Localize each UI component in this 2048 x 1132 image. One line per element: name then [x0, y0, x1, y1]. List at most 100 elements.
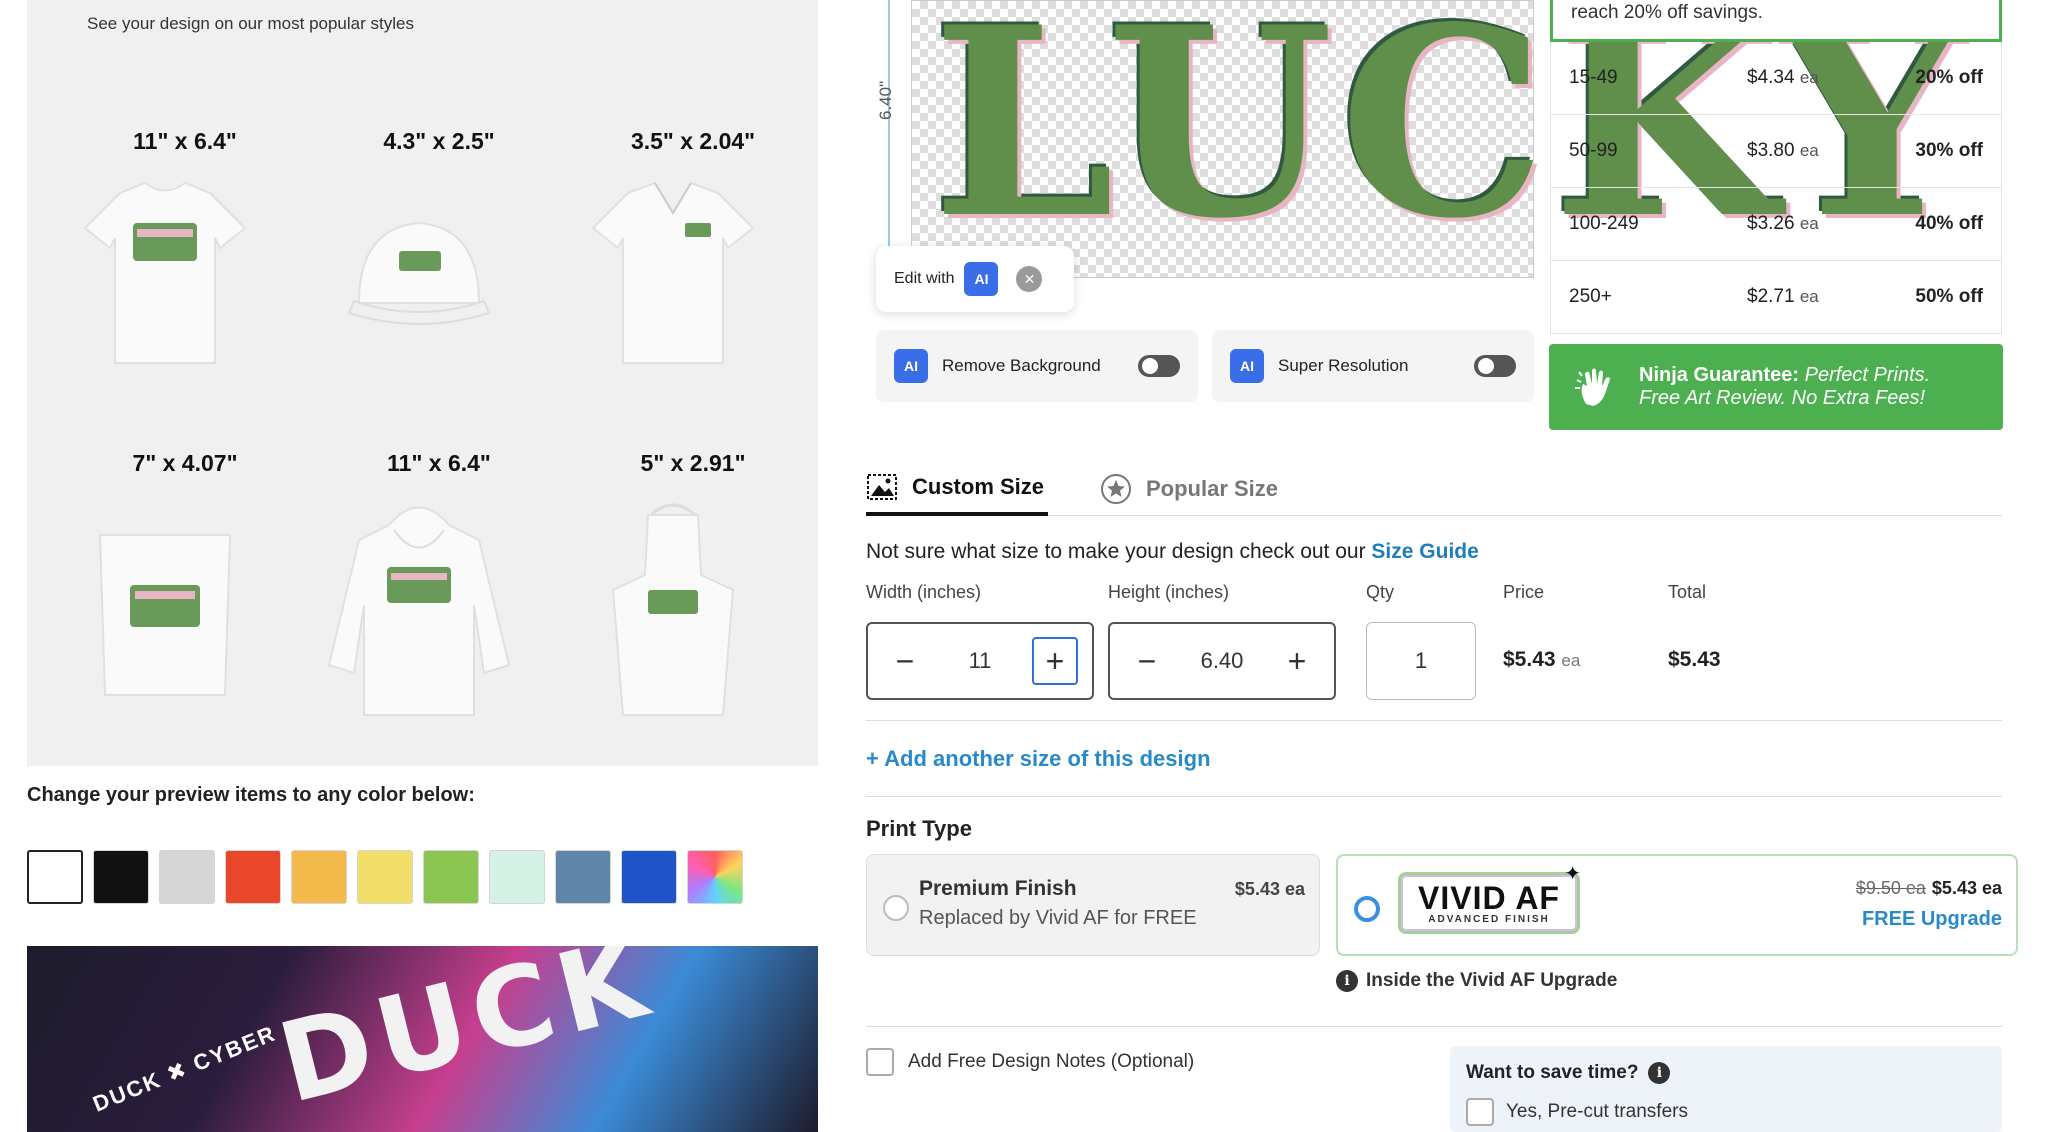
hoodie-image — [319, 495, 559, 730]
promo-image: DUCK ✖ CYBER DUCK — [27, 946, 818, 1132]
close-icon[interactable]: ✕ — [1016, 266, 1043, 292]
total-price: $5.43 — [1668, 648, 1721, 671]
ninja-line1: Perfect Prints. — [1804, 364, 1931, 386]
divider — [866, 796, 2002, 797]
premium-finish-price: $5.43 ea — [1234, 879, 1305, 899]
info-icon[interactable]: i — [1648, 1062, 1671, 1084]
preview-size-label: 4.3" x 2.5" — [383, 128, 495, 154]
width-increment-button[interactable]: + — [1032, 637, 1078, 685]
tab-custom-size[interactable]: Custom Size — [866, 462, 1048, 516]
swatch-white[interactable] — [27, 850, 83, 904]
preview-item-cap[interactable]: 4.3" x 2.5" — [319, 128, 559, 378]
vivid-af-old-price: $9.50 ea — [1855, 878, 1926, 898]
super-resolution-toggle[interactable] — [1474, 355, 1516, 377]
info-icon: i — [1336, 970, 1358, 992]
width-decrement-button[interactable]: − — [882, 637, 928, 685]
tier-price-value: $2.71 — [1747, 286, 1795, 307]
height-label: Height (inches) — [1108, 582, 1230, 602]
inside-vivid-af-label: Inside the Vivid AF Upgrade — [1366, 970, 1618, 991]
remove-background-toggle[interactable] — [1138, 355, 1180, 377]
height-ruler-label: 6.40" — [876, 80, 895, 120]
preview-item-tshirt[interactable]: 11" x 6.4" — [65, 128, 305, 378]
edit-with-label: Edit with — [894, 270, 955, 287]
remove-background-card: AI Remove Background — [876, 330, 1198, 402]
design-notes-label: Add Free Design Notes (Optional) — [908, 1051, 1195, 1072]
swatch-steel-blue[interactable] — [555, 850, 611, 904]
ninja-guarantee-banner: Ninja Guarantee: Perfect Prints. Free Ar… — [1549, 344, 2003, 430]
preview-size-label: 11" x 6.4" — [133, 128, 237, 154]
tier-price-unit: ea — [1799, 141, 1819, 160]
swatch-red[interactable] — [225, 850, 281, 904]
swatch-rainbow[interactable] — [687, 850, 743, 904]
tote-image — [65, 495, 305, 720]
unit-price-ea: ea — [1561, 651, 1581, 670]
tab-custom-size-label: Custom Size — [912, 474, 1045, 499]
design-canvas[interactable]: LUCKY — [911, 0, 1963, 278]
remove-background-label: Remove Background — [942, 356, 1101, 375]
super-resolution-label: Super Resolution — [1278, 356, 1409, 375]
qty-input[interactable]: 1 — [1366, 622, 1476, 700]
tier-range: 100-249 — [1569, 213, 1639, 234]
premium-finish-option[interactable]: Premium Finish Replaced by Vivid AF for … — [866, 854, 1320, 956]
preview-item-tote[interactable]: 7" x 4.07" — [65, 450, 305, 720]
height-ruler — [888, 0, 890, 278]
add-another-size-link[interactable]: + Add another size of this design — [866, 746, 1211, 772]
preview-size-label: 3.5" x 2.04" — [630, 128, 756, 154]
color-picker-label: Change your preview items to any color b… — [27, 784, 475, 806]
savings-banner: reach 20% off savings. — [1550, 0, 2002, 42]
premium-finish-radio[interactable] — [883, 895, 909, 921]
vivid-af-new-price: $5.43 ea — [1931, 878, 2002, 898]
sparkle-icon: ✦ — [1564, 863, 1581, 885]
premium-finish-subtitle: Replaced by Vivid AF for FREE — [919, 907, 1197, 929]
swatch-orange[interactable] — [291, 850, 347, 904]
height-increment-button[interactable]: + — [1274, 637, 1320, 685]
tab-popular-size-label: Popular Size — [1146, 476, 1279, 501]
swatch-light-gray[interactable] — [159, 850, 215, 904]
tier-range: 250+ — [1569, 286, 1612, 307]
save-time-title-row: Want to save time? i — [1466, 1062, 1986, 1084]
tier-discount: 20% off — [1915, 67, 1983, 88]
preview-item-polo[interactable]: 3.5" x 2.04" — [573, 128, 813, 378]
tier-discount: 40% off — [1915, 213, 1983, 234]
size-guide-link[interactable]: Size Guide — [1371, 540, 1478, 563]
save-time-panel: Want to save time? i Yes, Pre-cut transf… — [1450, 1046, 2002, 1132]
design-notes-option[interactable]: Add Free Design Notes (Optional) — [866, 1048, 1194, 1076]
swatch-blue[interactable] — [621, 850, 677, 904]
design-notes-checkbox[interactable] — [866, 1048, 894, 1076]
size-guide-text: Not sure what size to make your design c… — [866, 540, 1479, 564]
ai-icon[interactable]: AI — [964, 262, 999, 296]
precut-option[interactable]: Yes, Pre-cut transfers — [1466, 1098, 1986, 1126]
unit-price-value: $5.43 — [1503, 648, 1556, 671]
vivid-af-upgrade-label: FREE Upgrade — [1861, 908, 2002, 930]
height-decrement-button[interactable]: − — [1124, 637, 1170, 685]
tier-pricing-table: 15-49 $4.34 ea 20% off 50-99 $3.80 ea 30… — [1550, 42, 2002, 334]
tier-price-unit: ea — [1799, 68, 1819, 87]
tier-price-unit: ea — [1799, 214, 1819, 233]
width-input[interactable]: 11 — [969, 648, 992, 674]
ninja-title: Ninja Guarantee: — [1639, 364, 1800, 386]
inside-vivid-af-link[interactable]: i Inside the Vivid AF Upgrade — [1336, 970, 1617, 992]
qty-label: Qty — [1366, 582, 1395, 602]
tier-range: 50-99 — [1569, 140, 1618, 161]
vivid-af-option[interactable]: VIVID AF ADVANCED FINISH ✦ $9.50 ea $5.43… — [1336, 854, 2018, 956]
tab-popular-size[interactable]: Popular Size — [1100, 462, 1278, 516]
swatch-yellow[interactable] — [357, 850, 413, 904]
edit-with-ai-popover[interactable]: Edit with AI ✕ — [876, 246, 1074, 312]
vivid-af-radio[interactable] — [1354, 896, 1380, 922]
tier-discount: 30% off — [1915, 140, 1983, 161]
save-time-title: Want to save time? — [1466, 1062, 1639, 1083]
preview-subtitle: See your design on our most popular styl… — [87, 14, 414, 33]
preview-item-apron[interactable]: 5" x 2.91" — [573, 450, 813, 730]
super-resolution-card: AI Super Resolution — [1212, 330, 1534, 402]
hand-icon — [1575, 368, 1610, 406]
tier-price-unit: ea — [1799, 287, 1819, 306]
swatch-green[interactable] — [423, 850, 479, 904]
precut-checkbox[interactable] — [1466, 1098, 1494, 1126]
height-input[interactable]: 6.40 — [1201, 648, 1244, 674]
page: See your design on our most popular styl… — [0, 0, 2048, 1132]
swatch-mint[interactable] — [489, 850, 545, 904]
width-label: Width (inches) — [866, 582, 982, 602]
preview-item-hoodie[interactable]: 11" x 6.4" — [319, 450, 559, 730]
tier-discount: 50% off — [1915, 286, 1983, 307]
swatch-black[interactable] — [93, 850, 149, 904]
